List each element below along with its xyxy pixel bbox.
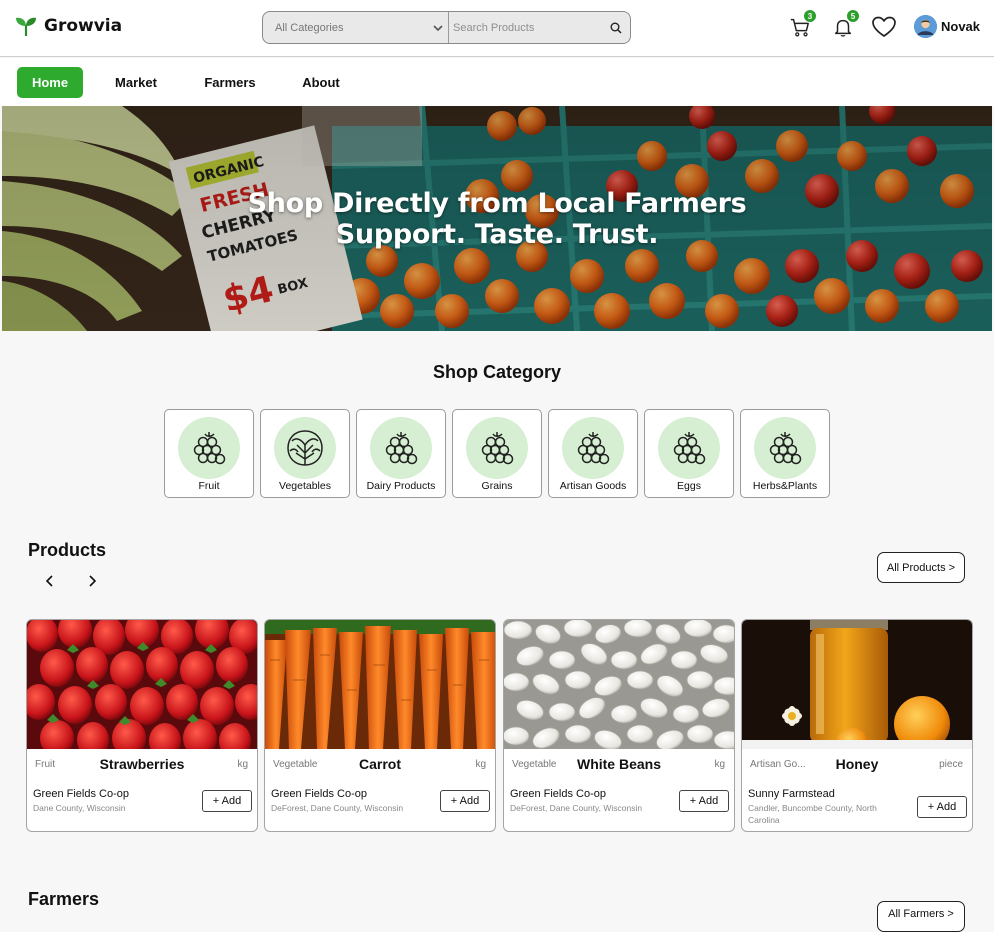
category-select[interactable]: All Categories	[263, 12, 449, 43]
brand-logo[interactable]: Growvia	[14, 14, 122, 38]
product-farm: Green Fields Co-op	[271, 788, 367, 800]
category-label: Vegetables	[279, 480, 331, 492]
products-next-button[interactable]	[86, 574, 98, 593]
nav-farmers[interactable]: Farmers	[194, 67, 266, 98]
category-card-grains[interactable]: Grains	[452, 409, 542, 498]
product-card-white-beans[interactable]: Vegetable White Beans kg Green Fields Co…	[503, 619, 735, 832]
category-icon-circle	[562, 417, 624, 479]
category-label: Artisan Goods	[559, 480, 627, 492]
category-label: Herbs&Plants	[752, 480, 818, 492]
category-card-eggs[interactable]: Eggs	[644, 409, 734, 498]
category-card-dairy-products[interactable]: Dairy Products	[356, 409, 446, 498]
category-card-artisan-goods[interactable]: Artisan Goods	[548, 409, 638, 498]
heart-icon	[872, 16, 896, 37]
product-location: Candler, Buncombe County, North Carolina	[748, 803, 877, 825]
hero-line-1: Shop Directly from Local Farmers	[247, 188, 747, 219]
product-image	[504, 620, 734, 749]
category-card-fruit[interactable]: Fruit	[164, 409, 254, 498]
product-farm: Green Fields Co-op	[33, 788, 129, 800]
search-input[interactable]	[449, 12, 602, 43]
hero-banner: ORGANIC FRESH CHERRY TOMATOES $4 BOX Sho…	[2, 106, 992, 331]
grapes-icon	[385, 432, 418, 465]
notifications-button[interactable]: 5	[830, 9, 860, 40]
add-to-cart-button[interactable]: + Add	[679, 790, 729, 812]
wishlist-button[interactable]	[870, 14, 898, 40]
chevron-down-icon	[433, 24, 443, 31]
product-card-carrot[interactable]: Vegetable Carrot kg Green Fields Co-op D…	[264, 619, 496, 832]
grapes-icon	[481, 432, 514, 465]
product-image	[265, 620, 495, 749]
grapes-icon	[193, 432, 226, 465]
category-icon-circle	[370, 417, 432, 479]
hero-line-2: Support. Taste. Trust.	[335, 219, 659, 250]
category-icon-circle	[274, 417, 336, 479]
category-card-herbs-plants[interactable]: Herbs&Plants	[740, 409, 830, 498]
products-prev-button[interactable]	[44, 574, 56, 593]
product-image	[742, 620, 972, 749]
hero-headline: Shop Directly from Local Farmers Support…	[2, 188, 992, 250]
farmers-title: Farmers	[28, 889, 100, 909]
product-location: DeForest, Dane County, Wisconsin	[271, 803, 404, 813]
notification-count-badge: 5	[846, 9, 860, 23]
main-nav: Home Market Farmers About	[0, 58, 994, 106]
top-bar: Growvia All Categories 3 5	[0, 0, 994, 57]
product-farm: Sunny Farmstead	[748, 788, 835, 800]
cart-count-badge: 3	[803, 9, 817, 23]
add-to-cart-button[interactable]: + Add	[917, 796, 967, 818]
product-card-strawberries[interactable]: Fruit Strawberries kg Green Fields Co-op…	[26, 619, 258, 832]
category-label: Fruit	[198, 480, 220, 492]
user-name: Novak	[941, 19, 981, 34]
product-location: Dane County, Wisconsin	[33, 803, 126, 813]
cabbage-icon	[287, 430, 323, 466]
product-farm: Green Fields Co-op	[510, 788, 606, 800]
search-button[interactable]	[602, 12, 630, 43]
nav-market[interactable]: Market	[102, 67, 170, 98]
category-card-vegetables[interactable]: Vegetables	[260, 409, 350, 498]
product-location: DeForest, Dane County, Wisconsin	[510, 803, 643, 813]
cart-button[interactable]: 3	[787, 9, 817, 40]
shop-category-title: Shop Category	[432, 362, 561, 382]
add-to-cart-button[interactable]: + Add	[440, 790, 490, 812]
category-label: Dairy Products	[366, 480, 436, 492]
search-icon	[610, 22, 622, 34]
category-label: Eggs	[677, 480, 701, 492]
product-name: White Beans	[576, 756, 661, 772]
search-bar: All Categories	[262, 11, 631, 44]
product-unit: kg	[714, 759, 725, 770]
nav-about[interactable]: About	[292, 67, 350, 98]
chevron-left-icon	[45, 575, 53, 587]
all-farmers-button[interactable]: All Farmers >	[877, 901, 965, 932]
all-products-button[interactable]: All Products >	[877, 552, 965, 583]
brand-name: Growvia	[44, 16, 123, 36]
product-unit: kg	[237, 759, 248, 770]
category-icon-circle	[754, 417, 816, 479]
add-to-cart-button[interactable]: + Add	[202, 790, 252, 812]
grapes-icon	[673, 432, 706, 465]
product-image	[27, 620, 257, 749]
grapes-icon	[769, 432, 802, 465]
chevron-right-icon	[89, 575, 97, 587]
product-unit: kg	[475, 759, 486, 770]
products-title: Products	[28, 540, 107, 560]
nav-home[interactable]: Home	[17, 67, 83, 98]
avatar	[914, 15, 937, 38]
product-unit: piece	[939, 759, 963, 770]
category-icon-circle	[466, 417, 528, 479]
product-card-honey[interactable]: Artisan Go... Honey piece Sunny Farmstea…	[741, 619, 973, 832]
category-icon-circle	[658, 417, 720, 479]
sprout-icon	[16, 17, 36, 36]
product-name: Carrot	[358, 756, 401, 772]
product-name: Strawberries	[99, 756, 185, 772]
user-menu[interactable]: Novak	[914, 15, 980, 38]
category-select-value: All Categories	[275, 21, 344, 34]
grapes-icon	[577, 432, 610, 465]
category-label: Grains	[481, 480, 513, 492]
category-icon-circle	[178, 417, 240, 479]
product-name: Honey	[835, 756, 879, 772]
